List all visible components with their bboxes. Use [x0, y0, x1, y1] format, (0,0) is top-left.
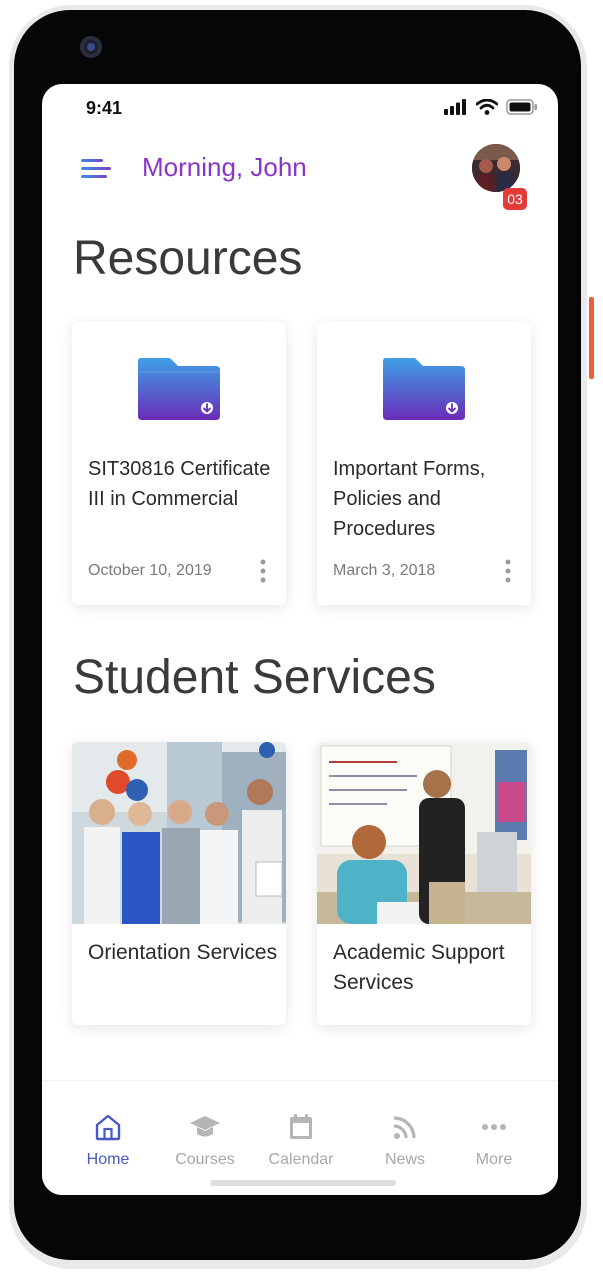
home-icon	[95, 1114, 121, 1141]
student-services-title: Student Services	[73, 651, 436, 704]
service-card[interactable]: Academic Support Services	[317, 742, 531, 1025]
nav-item-courses[interactable]: Courses	[160, 1111, 250, 1169]
more-dots-icon	[482, 1124, 506, 1130]
more-options-icon[interactable]	[503, 558, 513, 584]
nav-item-home[interactable]: Home	[63, 1111, 153, 1169]
menu-button[interactable]	[80, 152, 114, 186]
nav-item-calendar[interactable]: Calendar	[256, 1111, 346, 1169]
rss-icon	[393, 1116, 416, 1139]
nav-item-more[interactable]: More	[449, 1111, 539, 1169]
more-options-icon[interactable]	[258, 558, 268, 584]
hamburger-menu-icon	[81, 159, 111, 178]
resource-card[interactable]: Important Forms, Policies and Procedures…	[317, 322, 531, 605]
resource-card[interactable]: SIT30816 Certificate III in Commercial O…	[72, 322, 286, 605]
service-title: Academic Support Services	[333, 941, 505, 994]
nav-label-courses: Courses	[175, 1151, 235, 1168]
calendar-icon	[290, 1114, 312, 1139]
status-icons	[444, 99, 538, 115]
home-indicator[interactable]	[210, 1180, 396, 1186]
orientation-photo	[72, 742, 286, 924]
resource-title: Important Forms, Policies and Procedures	[333, 458, 486, 540]
app-header: Morning, John 03	[42, 130, 558, 214]
resource-date: March 3, 2018	[333, 562, 436, 579]
front-camera	[80, 36, 102, 58]
nav-label-news: News	[384, 1151, 425, 1168]
academic-support-photo	[317, 742, 531, 924]
resources-title: Resources	[73, 232, 303, 285]
service-card[interactable]: Orientation Services	[72, 742, 286, 1025]
bottom-navigation: Home Courses Calendar News More	[42, 1080, 558, 1195]
students-group-image	[72, 742, 286, 924]
resource-title: SIT30816 Certificate III in Commercial	[88, 458, 271, 510]
notification-badge: 03	[503, 188, 527, 210]
nav-item-news[interactable]: News	[360, 1111, 450, 1169]
folder-download-icon	[138, 358, 220, 420]
cellular-signal-icon	[444, 99, 466, 115]
nav-label-more: More	[475, 1151, 513, 1168]
status-time: 9:41	[86, 98, 123, 118]
app-screen: 9:41 Morning, John 03 Resources SIT30816…	[42, 84, 558, 1195]
greeting-text: Morning, John	[142, 152, 307, 182]
resource-date: October 10, 2019	[88, 562, 212, 579]
service-title: Orientation Services	[88, 941, 278, 964]
avatar-image	[472, 144, 520, 192]
nav-label-calendar: Calendar	[268, 1151, 334, 1168]
user-avatar[interactable]	[472, 144, 520, 192]
wifi-icon	[476, 99, 498, 115]
nav-label-home: Home	[86, 1151, 130, 1168]
battery-icon	[506, 99, 537, 115]
status-bar: 9:41	[42, 84, 558, 130]
folder-download-icon	[383, 358, 465, 420]
tutoring-image	[317, 742, 531, 924]
phone-side-button	[589, 297, 594, 379]
graduation-cap-icon	[190, 1116, 220, 1137]
